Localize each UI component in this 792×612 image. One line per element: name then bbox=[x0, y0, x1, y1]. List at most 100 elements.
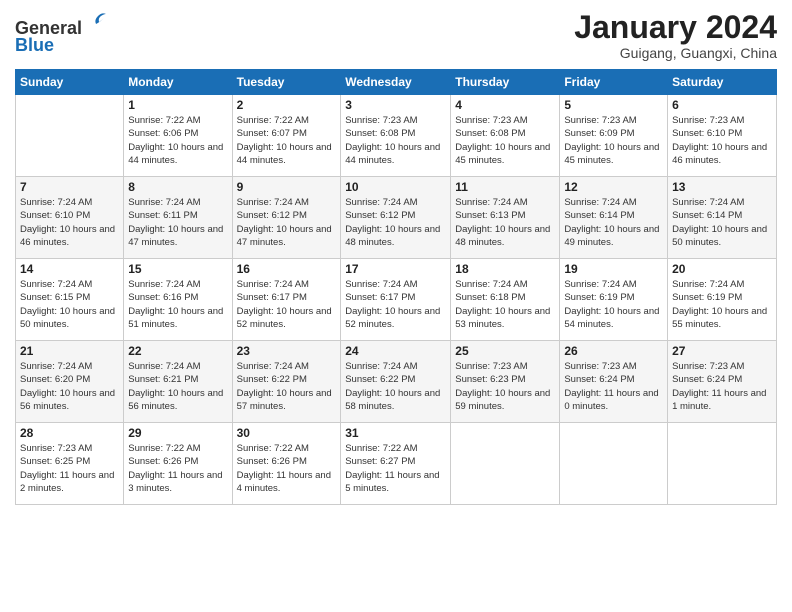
day-info: Sunrise: 7:24 AM Sunset: 6:10 PM Dayligh… bbox=[20, 196, 119, 249]
calendar-day-cell: 7 Sunrise: 7:24 AM Sunset: 6:10 PM Daylig… bbox=[16, 177, 124, 259]
calendar-day-cell: 25Sunrise: 7:23 AM Sunset: 6:23 PM Dayli… bbox=[451, 341, 560, 423]
day-number: 6 bbox=[672, 98, 772, 112]
day-number: 3 bbox=[345, 98, 446, 112]
day-info: Sunrise: 7:24 AM Sunset: 6:12 PM Dayligh… bbox=[237, 196, 337, 249]
calendar-day-cell: 26 Sunrise: 7:23 AM Sunset: 6:24 PM Dayli… bbox=[560, 341, 668, 423]
calendar-table: Sunday Monday Tuesday Wednesday Thursday… bbox=[15, 69, 777, 505]
day-info: Sunrise: 7:24 AM Sunset: 6:17 PM Dayligh… bbox=[345, 278, 446, 331]
page: General Blue January 2024 Guigang, Guang… bbox=[0, 0, 792, 612]
calendar-day-cell: 18 Sunrise: 7:24 AM Sunset: 6:18 PM Dayli… bbox=[451, 259, 560, 341]
month-title: January 2024 bbox=[574, 10, 777, 45]
calendar-week-row: 21 Sunrise: 7:24 AM Sunset: 6:20 PM Dayli… bbox=[16, 341, 777, 423]
calendar-day-cell: 10 Sunrise: 7:24 AM Sunset: 6:12 PM Dayli… bbox=[341, 177, 451, 259]
day-number: 28 bbox=[20, 426, 119, 440]
day-info: Sunrise: 7:22 AM Sunset: 6:26 PM Dayligh… bbox=[128, 442, 227, 495]
day-number: 29 bbox=[128, 426, 227, 440]
day-info: Sunrise: 7:24 AM Sunset: 6:19 PM Dayligh… bbox=[672, 278, 772, 331]
day-info: Sunrise: 7:23 AM Sunset: 6:08 PM Dayligh… bbox=[455, 114, 555, 167]
day-info: Sunrise: 7:23 AM Sunset: 6:24 PM Dayligh… bbox=[564, 360, 663, 413]
calendar-header-row: Sunday Monday Tuesday Wednesday Thursday… bbox=[16, 70, 777, 95]
calendar-day-cell: 24Sunrise: 7:24 AM Sunset: 6:22 PM Dayli… bbox=[341, 341, 451, 423]
day-number: 10 bbox=[345, 180, 446, 194]
day-number: 31 bbox=[345, 426, 446, 440]
day-number: 16 bbox=[237, 262, 337, 276]
day-info: Sunrise: 7:24 AM Sunset: 6:14 PM Dayligh… bbox=[564, 196, 663, 249]
day-number: 30 bbox=[237, 426, 337, 440]
day-info: Sunrise: 7:24 AM Sunset: 6:18 PM Dayligh… bbox=[455, 278, 555, 331]
calendar-day-cell: 8Sunrise: 7:24 AM Sunset: 6:11 PM Daylig… bbox=[124, 177, 232, 259]
day-info: Sunrise: 7:24 AM Sunset: 6:12 PM Dayligh… bbox=[345, 196, 446, 249]
calendar-day-cell bbox=[16, 95, 124, 177]
day-info: Sunrise: 7:23 AM Sunset: 6:25 PM Dayligh… bbox=[20, 442, 119, 495]
calendar-day-cell: 28 Sunrise: 7:23 AM Sunset: 6:25 PM Dayli… bbox=[16, 423, 124, 505]
day-info: Sunrise: 7:23 AM Sunset: 6:08 PM Dayligh… bbox=[345, 114, 446, 167]
calendar-day-cell: 6Sunrise: 7:23 AM Sunset: 6:10 PM Daylig… bbox=[668, 95, 777, 177]
logo: General Blue bbox=[15, 10, 108, 56]
day-info: Sunrise: 7:24 AM Sunset: 6:17 PM Dayligh… bbox=[237, 278, 337, 331]
calendar-day-cell: 21 Sunrise: 7:24 AM Sunset: 6:20 PM Dayli… bbox=[16, 341, 124, 423]
day-number: 15 bbox=[128, 262, 227, 276]
day-info: Sunrise: 7:24 AM Sunset: 6:20 PM Dayligh… bbox=[20, 360, 119, 413]
day-info: Sunrise: 7:22 AM Sunset: 6:27 PM Dayligh… bbox=[345, 442, 446, 495]
calendar-day-cell: 5 Sunrise: 7:23 AM Sunset: 6:09 PM Daylig… bbox=[560, 95, 668, 177]
calendar-day-cell: 30 Sunrise: 7:22 AM Sunset: 6:26 PM Dayli… bbox=[232, 423, 341, 505]
day-info: Sunrise: 7:24 AM Sunset: 6:16 PM Dayligh… bbox=[128, 278, 227, 331]
day-number: 12 bbox=[564, 180, 663, 194]
calendar-day-cell: 11Sunrise: 7:24 AM Sunset: 6:13 PM Dayli… bbox=[451, 177, 560, 259]
calendar-day-cell: 29 Sunrise: 7:22 AM Sunset: 6:26 PM Dayli… bbox=[124, 423, 232, 505]
day-info: Sunrise: 7:24 AM Sunset: 6:14 PM Dayligh… bbox=[672, 196, 772, 249]
day-number: 23 bbox=[237, 344, 337, 358]
day-number: 7 bbox=[20, 180, 119, 194]
col-friday: Friday bbox=[560, 70, 668, 95]
col-monday: Monday bbox=[124, 70, 232, 95]
calendar-day-cell: 1 Sunrise: 7:22 AM Sunset: 6:06 PM Daylig… bbox=[124, 95, 232, 177]
day-number: 21 bbox=[20, 344, 119, 358]
calendar-day-cell: 16 Sunrise: 7:24 AM Sunset: 6:17 PM Dayli… bbox=[232, 259, 341, 341]
calendar-day-cell: 23Sunrise: 7:24 AM Sunset: 6:22 PM Dayli… bbox=[232, 341, 341, 423]
calendar-day-cell: 4 Sunrise: 7:23 AM Sunset: 6:08 PM Daylig… bbox=[451, 95, 560, 177]
col-sunday: Sunday bbox=[16, 70, 124, 95]
header: General Blue January 2024 Guigang, Guang… bbox=[15, 10, 777, 61]
calendar-day-cell: 13Sunrise: 7:24 AM Sunset: 6:14 PM Dayli… bbox=[668, 177, 777, 259]
calendar-day-cell: 19 Sunrise: 7:24 AM Sunset: 6:19 PM Dayli… bbox=[560, 259, 668, 341]
day-info: Sunrise: 7:23 AM Sunset: 6:09 PM Dayligh… bbox=[564, 114, 663, 167]
calendar-day-cell: 2 Sunrise: 7:22 AM Sunset: 6:07 PM Daylig… bbox=[232, 95, 341, 177]
day-info: Sunrise: 7:24 AM Sunset: 6:13 PM Dayligh… bbox=[455, 196, 555, 249]
calendar-day-cell bbox=[560, 423, 668, 505]
day-number: 8 bbox=[128, 180, 227, 194]
day-number: 22 bbox=[128, 344, 227, 358]
day-info: Sunrise: 7:24 AM Sunset: 6:22 PM Dayligh… bbox=[345, 360, 446, 413]
calendar-day-cell: 22 Sunrise: 7:24 AM Sunset: 6:21 PM Dayli… bbox=[124, 341, 232, 423]
calendar-day-cell: 12 Sunrise: 7:24 AM Sunset: 6:14 PM Dayli… bbox=[560, 177, 668, 259]
day-info: Sunrise: 7:24 AM Sunset: 6:15 PM Dayligh… bbox=[20, 278, 119, 331]
calendar-day-cell: 3 Sunrise: 7:23 AM Sunset: 6:08 PM Daylig… bbox=[341, 95, 451, 177]
calendar-day-cell: 31 Sunrise: 7:22 AM Sunset: 6:27 PM Dayli… bbox=[341, 423, 451, 505]
calendar-week-row: 14Sunrise: 7:24 AM Sunset: 6:15 PM Dayli… bbox=[16, 259, 777, 341]
day-info: Sunrise: 7:22 AM Sunset: 6:07 PM Dayligh… bbox=[237, 114, 337, 167]
col-saturday: Saturday bbox=[668, 70, 777, 95]
day-info: Sunrise: 7:22 AM Sunset: 6:26 PM Dayligh… bbox=[237, 442, 337, 495]
day-number: 5 bbox=[564, 98, 663, 112]
day-number: 4 bbox=[455, 98, 555, 112]
calendar-week-row: 7 Sunrise: 7:24 AM Sunset: 6:10 PM Daylig… bbox=[16, 177, 777, 259]
day-number: 2 bbox=[237, 98, 337, 112]
day-number: 9 bbox=[237, 180, 337, 194]
day-info: Sunrise: 7:24 AM Sunset: 6:21 PM Dayligh… bbox=[128, 360, 227, 413]
logo-bird-icon bbox=[84, 10, 108, 34]
calendar-day-cell: 20 Sunrise: 7:24 AM Sunset: 6:19 PM Dayli… bbox=[668, 259, 777, 341]
calendar-day-cell bbox=[451, 423, 560, 505]
day-number: 26 bbox=[564, 344, 663, 358]
day-number: 19 bbox=[564, 262, 663, 276]
calendar-day-cell: 15 Sunrise: 7:24 AM Sunset: 6:16 PM Dayli… bbox=[124, 259, 232, 341]
day-info: Sunrise: 7:22 AM Sunset: 6:06 PM Dayligh… bbox=[128, 114, 227, 167]
calendar-week-row: 1 Sunrise: 7:22 AM Sunset: 6:06 PM Daylig… bbox=[16, 95, 777, 177]
day-number: 18 bbox=[455, 262, 555, 276]
day-number: 27 bbox=[672, 344, 772, 358]
calendar-day-cell bbox=[668, 423, 777, 505]
day-info: Sunrise: 7:24 AM Sunset: 6:19 PM Dayligh… bbox=[564, 278, 663, 331]
calendar-day-cell: 27Sunrise: 7:23 AM Sunset: 6:24 PM Dayli… bbox=[668, 341, 777, 423]
day-number: 25 bbox=[455, 344, 555, 358]
day-number: 1 bbox=[128, 98, 227, 112]
col-tuesday: Tuesday bbox=[232, 70, 341, 95]
day-number: 20 bbox=[672, 262, 772, 276]
